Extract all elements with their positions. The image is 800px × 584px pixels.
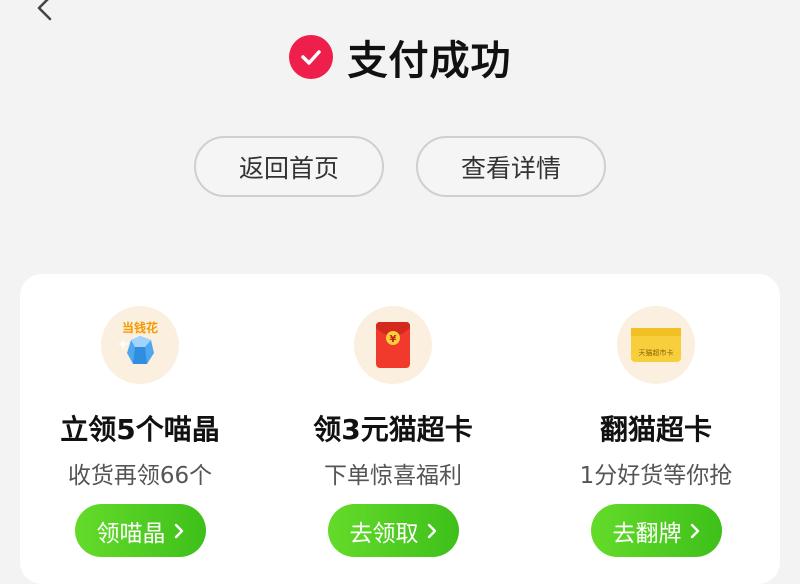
success-check-icon <box>288 35 333 79</box>
back-button[interactable] <box>30 0 60 28</box>
promo-subtitle: 1分好货等你抢 <box>579 463 733 489</box>
svg-text:¥: ¥ <box>390 334 397 345</box>
button-label: 领喵晶 <box>96 520 166 547</box>
flip-card-button[interactable]: 去翻牌 <box>590 504 722 557</box>
chevron-right-icon <box>427 523 437 539</box>
gift-card-icon: 天猫超市卡 <box>617 306 695 384</box>
view-details-button[interactable]: 查看详情 <box>416 136 606 197</box>
page-title: 支付成功 <box>347 38 512 84</box>
payment-status-header: 支付成功 <box>0 28 800 86</box>
promo-title: 翻猫超卡 <box>599 413 712 446</box>
svg-text:当钱花: 当钱花 <box>122 320 158 335</box>
promo-item-supermarket-card: ¥ 领3元猫超卡 下单惊喜福利 去领取 <box>273 306 513 557</box>
promo-item-crystals: 当钱花 立领5个喵晶 收货再领66个 领喵晶 <box>20 306 260 557</box>
chevron-right-icon <box>174 523 184 539</box>
button-label: 去领取 <box>349 520 419 547</box>
chevron-right-icon <box>690 523 700 539</box>
promo-subtitle: 收货再领66个 <box>67 463 213 489</box>
promo-item-flip-card: 天猫超市卡 翻猫超卡 1分好货等你抢 去翻牌 <box>536 306 776 557</box>
button-label: 去翻牌 <box>612 520 682 547</box>
claim-crystals-button[interactable]: 领喵晶 <box>74 504 206 557</box>
red-envelope-icon: ¥ <box>354 306 432 384</box>
promo-card: 当钱花 立领5个喵晶 收货再领66个 领喵晶 ¥ 领3元猫超卡 下单惊喜福利 去… <box>20 274 780 584</box>
action-buttons: 返回首页 查看详情 <box>0 136 800 197</box>
crystal-gem-icon: 当钱花 <box>101 306 179 384</box>
promo-title: 立领5个喵晶 <box>60 413 220 446</box>
back-to-home-button[interactable]: 返回首页 <box>194 136 384 197</box>
claim-card-button[interactable]: 去领取 <box>327 504 459 557</box>
promo-subtitle: 下单惊喜福利 <box>324 463 462 489</box>
back-chevron-icon <box>34 0 56 28</box>
svg-text:天猫超市卡: 天猫超市卡 <box>639 348 674 357</box>
promo-title: 领3元猫超卡 <box>313 413 473 446</box>
